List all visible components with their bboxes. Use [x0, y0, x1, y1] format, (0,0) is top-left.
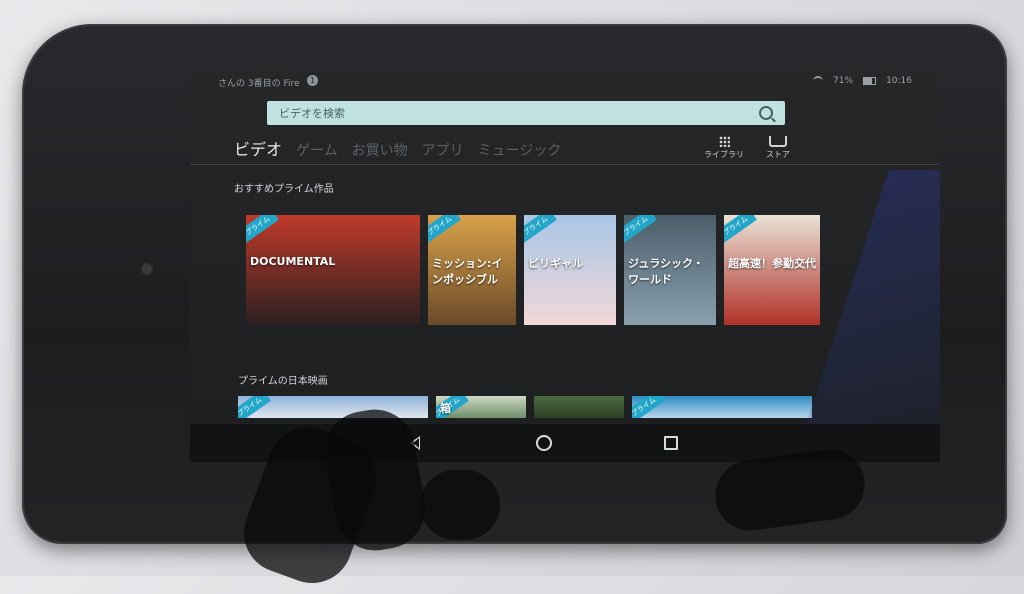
prime-badge: プライム — [246, 215, 279, 244]
store-label: ストア — [766, 150, 790, 159]
poster-card[interactable]: プライム DOCUMENTAL — [246, 215, 420, 325]
tab-apps[interactable]: アプリ — [422, 140, 464, 160]
battery-text: 71% — [833, 76, 854, 86]
category-tabs: ビデオ ゲーム お買い物 アプリ ミュージック — [234, 136, 561, 160]
poster-card[interactable]: プライムミッション:インポッシブル — [428, 215, 516, 325]
prime-badge: プライム — [724, 215, 757, 244]
poster-card[interactable]: プライム箱 — [436, 396, 526, 418]
prime-badge: プライム — [428, 215, 461, 244]
notification-badge[interactable]: 1 — [307, 75, 318, 86]
prime-badge: プライム — [238, 396, 271, 418]
status-bar: さんの 3番目の Fire 1 71% 10:16 — [190, 70, 940, 92]
wifi-icon — [813, 76, 824, 86]
prime-badge: プライム — [524, 215, 557, 244]
poster-card[interactable]: プライム — [632, 396, 812, 418]
search-input[interactable]: ビデオを検索 — [279, 105, 345, 121]
tab-games[interactable]: ゲーム — [296, 140, 338, 160]
system-nav-bar — [190, 424, 940, 462]
cart-icon — [769, 136, 787, 147]
poster-title: 箱 — [440, 402, 451, 415]
camera-icon — [140, 262, 154, 276]
clock: 10:16 — [886, 76, 912, 86]
poster-card[interactable]: プライム超高速！参勤交代 — [724, 215, 820, 325]
store-button[interactable]: ストア — [766, 136, 790, 160]
device-name: さんの 3番目の Fire — [218, 79, 300, 89]
poster-title: ミッション:インポッシブル — [432, 257, 503, 286]
japanese-movies-row: プライム プライム箱 プライム — [238, 396, 812, 418]
prime-badge: プライム — [632, 396, 665, 418]
prime-badge: プライム — [624, 215, 657, 244]
status-icons: 71% 10:16 — [813, 76, 912, 86]
search-bar[interactable]: ビデオを検索 — [267, 101, 785, 125]
recents-icon[interactable] — [664, 436, 678, 450]
back-icon[interactable] — [410, 436, 420, 450]
poster-title: ビリギャル — [528, 257, 583, 270]
tab-music[interactable]: ミュージック — [478, 140, 562, 160]
battery-icon — [863, 77, 877, 85]
section-title-japanese: プライムの日本映画 — [238, 376, 328, 387]
grid-icon — [718, 136, 730, 147]
top-actions: ライブラリ ストア — [704, 136, 790, 160]
search-icon[interactable] — [759, 106, 773, 120]
poster-card[interactable]: プライムビリギャル — [524, 215, 616, 325]
poster-title: ジュラシック・ワールド — [628, 257, 704, 286]
poster-title: 超高速！参勤交代 — [728, 257, 816, 270]
poster-card[interactable]: プライム — [238, 396, 428, 418]
screen: さんの 3番目の Fire 1 71% 10:16 ビデオを検索 ビデオ ゲーム… — [190, 70, 940, 462]
poster-card[interactable]: プライムジュラシック・ワールド — [624, 215, 716, 325]
library-label: ライブラリ — [704, 150, 744, 159]
section-title-recommended: おすすめプライム作品 — [234, 184, 334, 195]
tabs-divider — [190, 164, 940, 165]
tab-shopping[interactable]: お買い物 — [352, 140, 408, 160]
tab-video[interactable]: ビデオ — [234, 136, 282, 160]
home-icon[interactable] — [536, 435, 552, 451]
poster-card[interactable] — [534, 396, 624, 418]
recommended-row: プライム DOCUMENTAL プライム ミッション:インポッシブル プライム ビリギャル… — [246, 215, 820, 325]
library-button[interactable]: ライブラリ — [704, 136, 744, 160]
poster-title: DOCUMENTAL — [250, 255, 336, 268]
